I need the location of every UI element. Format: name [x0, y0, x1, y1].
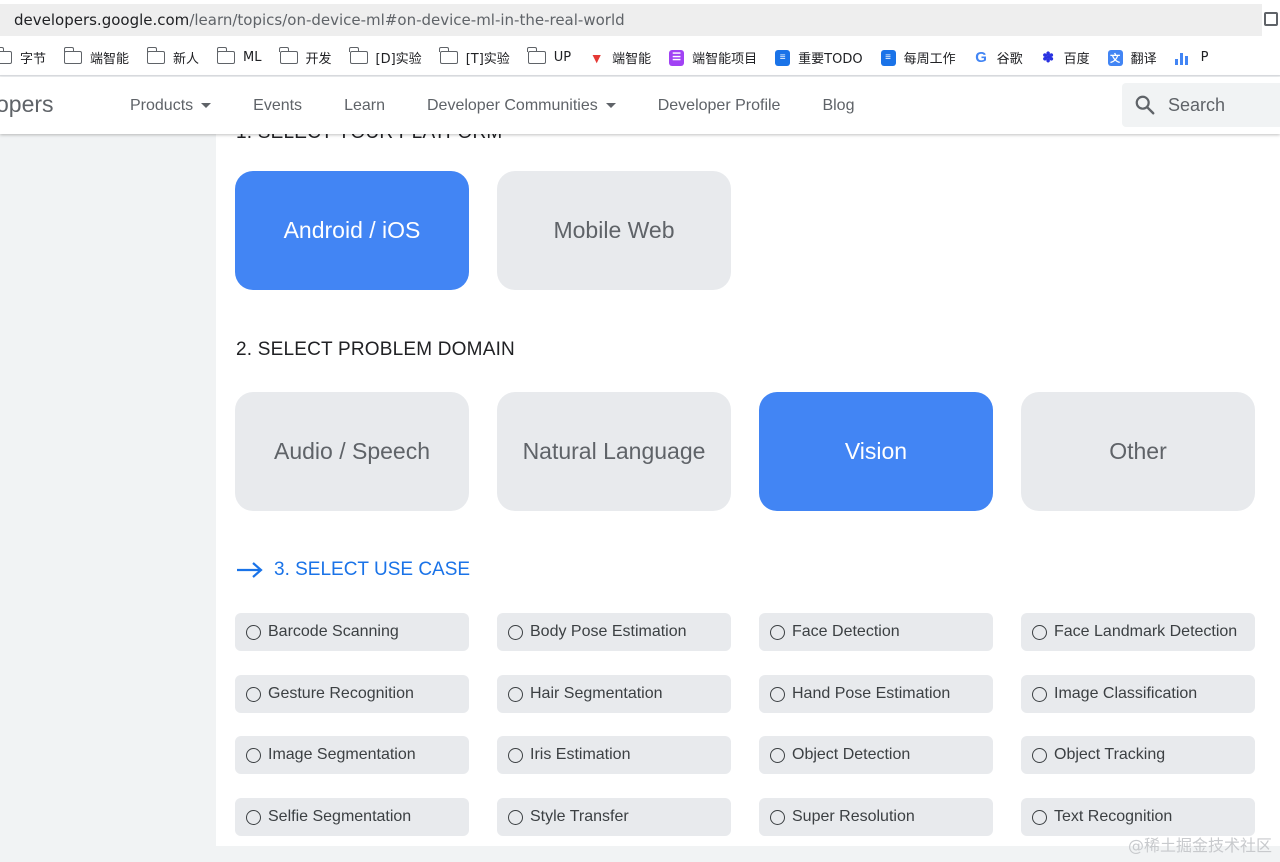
nav-events[interactable]: Events: [253, 97, 302, 115]
domain-other-button[interactable]: Other: [1021, 392, 1255, 511]
google-icon: G: [975, 49, 987, 66]
use-case-option[interactable]: Face Landmark Detection: [1021, 613, 1255, 651]
radio-icon: [246, 747, 261, 763]
radio-icon: [1032, 686, 1047, 702]
radio-icon: [1032, 809, 1047, 825]
use-case-option[interactable]: Super Resolution: [759, 798, 993, 836]
bookmark-item[interactable]: [D]实验: [349, 47, 422, 67]
radio-icon: [246, 686, 261, 702]
nav-developer-communities[interactable]: Developer Communities: [427, 97, 616, 115]
platform-android-ios-button[interactable]: Android / iOS: [235, 171, 469, 290]
doc-icon: ≡: [775, 49, 791, 66]
dropdown-caret-icon: [201, 103, 212, 108]
bookmark-item[interactable]: 字节: [0, 47, 46, 67]
arrow-right-icon: [237, 562, 263, 578]
site-brand[interactable]: opers: [0, 91, 54, 118]
bookmark-item[interactable]: ▼ 端智能: [589, 48, 651, 68]
bar-chart-icon: [1174, 50, 1193, 65]
bookmark-item[interactable]: [T]实验: [439, 47, 510, 67]
bookmark-item[interactable]: ≡ 重要TODO: [775, 48, 863, 67]
watermark: @稀土掘金技术社区: [1127, 836, 1272, 855]
radio-icon: [1032, 747, 1047, 763]
use-case-option[interactable]: Object Detection: [759, 736, 993, 774]
section-title-use-case: 3. SELECT USE CASE: [236, 559, 470, 581]
list-icon: ☰: [669, 49, 685, 66]
section-title-domain: 2. SELECT PROBLEM DOMAIN: [236, 339, 515, 360]
address-field[interactable]: developers.google.com/learn/topics/on-de…: [0, 4, 1262, 36]
radio-icon: [508, 809, 523, 825]
domain-audio-speech-button[interactable]: Audio / Speech: [235, 392, 469, 511]
bookmark-item[interactable]: 端智能: [63, 47, 129, 67]
use-case-option[interactable]: Selfie Segmentation: [235, 798, 469, 836]
bookmarks-bar: 字节 端智能 新人 ML 开发 [D]实验 [T]实验 UP ▼ 端智能 ☰ 端智能…: [0, 40, 1280, 76]
radio-icon: [508, 747, 523, 763]
nav-learn[interactable]: Learn: [344, 97, 385, 115]
use-case-option[interactable]: Hand Pose Estimation: [759, 675, 993, 713]
folder-icon: [0, 47, 12, 64]
bookmark-item[interactable]: ✽ 百度: [1041, 48, 1089, 67]
domain-vision-button[interactable]: Vision: [759, 392, 993, 511]
use-case-option[interactable]: Face Detection: [759, 613, 993, 651]
radio-icon: [1032, 624, 1047, 640]
install-app-icon[interactable]: [1264, 12, 1278, 26]
radio-icon: [770, 809, 785, 825]
top-nav: Products Events Learn Developer Communit…: [130, 77, 896, 134]
use-case-option[interactable]: Body Pose Estimation: [497, 613, 731, 651]
ml-selector-card: 1. SELECT YOUR PLATFORM Android / iOS Mo…: [216, 134, 1280, 846]
bookmark-item[interactable]: UP: [527, 47, 571, 65]
radio-icon: [246, 624, 261, 640]
radio-icon: [508, 624, 523, 640]
bookmark-item[interactable]: ≡ 每周工作: [880, 48, 956, 67]
browser-url-bar: developers.google.com/learn/topics/on-de…: [0, 0, 1280, 40]
use-case-option[interactable]: Barcode Scanning: [235, 613, 469, 651]
folder-icon: [63, 47, 83, 64]
section-title-platform: 1. SELECT YOUR PLATFORM: [236, 134, 502, 144]
search-box[interactable]: [1122, 83, 1280, 127]
bookmark-item[interactable]: G 谷歌: [974, 48, 1022, 67]
bookmark-item[interactable]: ☰ 端智能项目: [669, 48, 757, 67]
dropdown-caret-icon: [605, 103, 616, 108]
nav-developer-profile[interactable]: Developer Profile: [658, 97, 781, 115]
folder-icon: [349, 47, 368, 64]
bookmark-item[interactable]: 新人: [146, 47, 199, 67]
folder-icon: [216, 47, 236, 64]
bookmark-item[interactable]: 文翻译: [1107, 48, 1157, 67]
url-path: /learn/topics/on-device-ml#on-device-ml-…: [189, 11, 625, 29]
nav-blog[interactable]: Blog: [822, 97, 854, 115]
url-host: developers.google.com: [14, 11, 190, 29]
site-header: opers Products Events Learn Developer Co…: [0, 77, 1280, 134]
use-case-option[interactable]: Image Classification: [1021, 675, 1255, 713]
folder-icon: [527, 47, 546, 64]
doc-icon: ≡: [880, 49, 896, 66]
folder-icon: [146, 47, 166, 64]
use-case-option[interactable]: Object Tracking: [1021, 736, 1255, 774]
use-case-option[interactable]: Style Transfer: [497, 798, 731, 836]
radio-icon: [246, 809, 261, 825]
use-case-option[interactable]: Iris Estimation: [497, 736, 731, 774]
use-case-option[interactable]: Text Recognition: [1021, 798, 1255, 836]
domain-natural-language-button[interactable]: Natural Language: [497, 392, 731, 511]
use-case-option[interactable]: Image Segmentation: [235, 736, 469, 774]
bookmark-item[interactable]: P: [1174, 50, 1209, 65]
radio-icon: [770, 747, 785, 763]
nav-products[interactable]: Products: [130, 97, 212, 115]
platform-mobile-web-button[interactable]: Mobile Web: [497, 171, 731, 290]
use-case-option[interactable]: Hair Segmentation: [497, 675, 731, 713]
radio-icon: [508, 686, 523, 702]
translate-icon: 文: [1107, 49, 1123, 66]
radio-icon: [770, 686, 785, 702]
bookmark-item[interactable]: ML: [216, 47, 262, 65]
baidu-icon: ✽: [1042, 49, 1054, 65]
folder-icon: [279, 47, 298, 64]
bookmark-item[interactable]: 开发: [279, 47, 332, 67]
search-icon: [1135, 95, 1155, 115]
use-case-option[interactable]: Gesture Recognition: [235, 675, 469, 713]
v-logo-icon: ▼: [589, 49, 604, 66]
radio-icon: [770, 624, 785, 640]
folder-icon: [439, 47, 458, 64]
search-input[interactable]: [1168, 94, 1278, 116]
